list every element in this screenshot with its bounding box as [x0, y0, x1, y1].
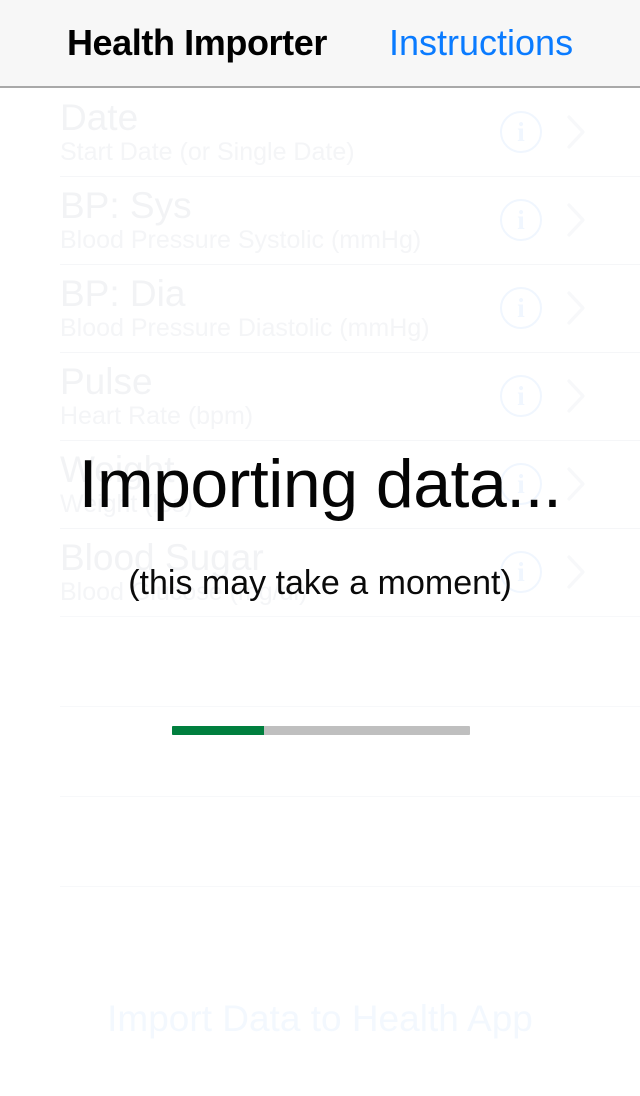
field-label: Pulse	[60, 360, 153, 402]
field-text: Pulse Heart Rate (bpm)	[60, 362, 253, 430]
field-subtitle: Blood Pressure Diastolic (mmHg)	[60, 314, 430, 343]
field-label: BP: Sys	[60, 184, 192, 226]
field-text: BP: Dia Blood Pressure Diastolic (mmHg)	[60, 274, 430, 342]
page-title: Health Importer	[66, 22, 327, 63]
chevron-right-icon	[566, 202, 588, 238]
field-label: Blood Sugar	[60, 536, 264, 578]
info-circle-icon[interactable]: i	[500, 287, 542, 329]
field-subtitle: Weight (lbs)	[60, 490, 193, 519]
field-text: Date Start Date (or Single Date)	[60, 98, 355, 166]
chevron-right-icon	[566, 378, 588, 414]
navigation-bar-content: Health Importer Instructions	[67, 22, 573, 64]
row-accessories: i	[500, 551, 588, 593]
info-circle-icon[interactable]: i	[500, 463, 542, 505]
row-accessories: i	[500, 375, 588, 417]
chevron-right-icon	[566, 290, 588, 326]
list-item[interactable]: BP: Sys Blood Pressure Systolic (mmHg) i	[0, 176, 640, 264]
field-subtitle: Start Date (or Single Date)	[60, 138, 355, 167]
row-accessories: i	[500, 463, 588, 505]
row-accessories: i	[500, 111, 588, 153]
list-item[interactable]: Date Start Date (or Single Date) i	[0, 88, 640, 176]
field-text: BP: Sys Blood Pressure Systolic (mmHg)	[60, 186, 421, 254]
field-list: Date Start Date (or Single Date) i BP: S…	[0, 88, 640, 976]
list-item[interactable]: Weight Weight (lbs) i	[0, 440, 640, 528]
field-subtitle: Blood Glucose (mg/dl)	[60, 578, 308, 607]
row-accessories: i	[500, 287, 588, 329]
list-separator-row	[0, 616, 640, 706]
import-data-button[interactable]: Import Data to Health App	[0, 998, 640, 1040]
field-label: Date	[60, 96, 139, 138]
list-item[interactable]: Pulse Heart Rate (bpm) i	[0, 352, 640, 440]
list-item[interactable]: Blood Sugar Blood Glucose (mg/dl) i	[0, 528, 640, 616]
chevron-right-icon	[566, 466, 588, 502]
list-separator-row	[0, 796, 640, 886]
field-label: BP: Dia	[60, 272, 186, 314]
instructions-link[interactable]: Instructions	[389, 22, 573, 64]
field-text: Blood Sugar Blood Glucose (mg/dl)	[60, 538, 307, 606]
info-circle-icon[interactable]: i	[500, 375, 542, 417]
field-subtitle: Heart Rate (bpm)	[60, 402, 254, 431]
row-accessories: i	[500, 199, 588, 241]
info-circle-icon[interactable]: i	[500, 111, 542, 153]
app-screen: Health Importer Instructions Date Start …	[0, 0, 640, 1096]
field-subtitle: Blood Pressure Systolic (mmHg)	[60, 226, 422, 255]
chevron-right-icon	[566, 114, 588, 150]
info-circle-icon[interactable]: i	[500, 551, 542, 593]
list-item[interactable]: BP: Dia Blood Pressure Diastolic (mmHg) …	[0, 264, 640, 352]
chevron-right-icon	[566, 554, 588, 590]
list-separator-row	[0, 706, 640, 796]
navigation-bar: Health Importer Instructions	[0, 0, 640, 88]
field-label: Weight	[60, 448, 175, 490]
field-text: Weight Weight (lbs)	[60, 450, 193, 518]
list-separator-row	[0, 886, 640, 976]
info-circle-icon[interactable]: i	[500, 199, 542, 241]
